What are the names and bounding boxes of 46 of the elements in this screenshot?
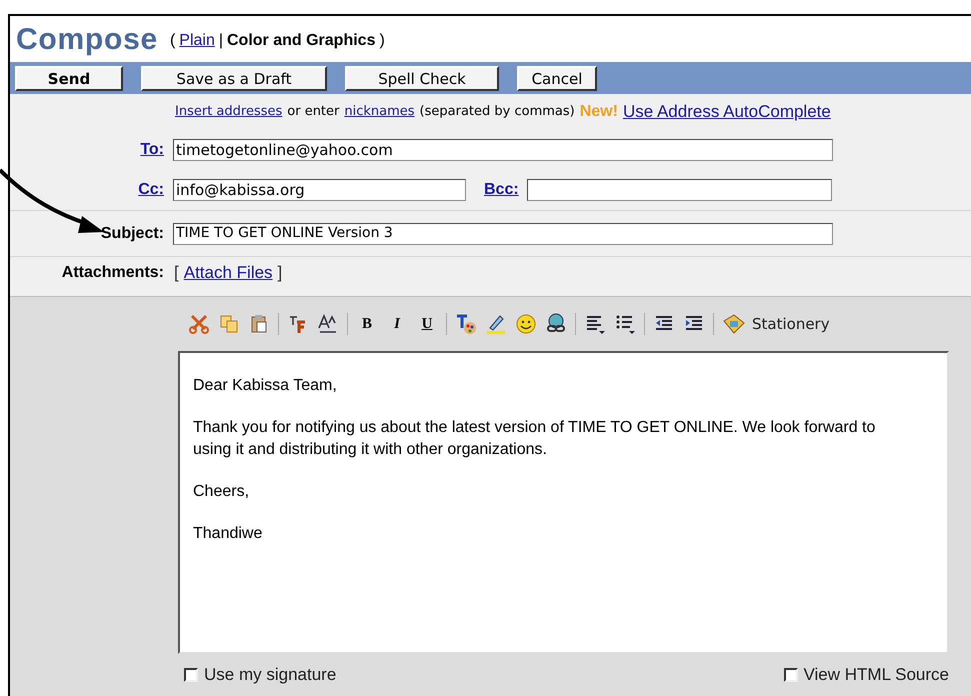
attach-files-link[interactable]: Attach Files <box>184 260 273 286</box>
attachments-label: Attachments: <box>60 262 164 282</box>
message-body[interactable]: Dear Kabissa Team, Thank you for notifying us about the latest version of TIME TO GET ONLINE. We look forward to using it and distributing it with other organizations. Cheers, Thandiwe <box>178 351 949 654</box>
highlighter-icon[interactable] <box>485 313 507 335</box>
toolbar-button[interactable]: Send <box>15 66 123 90</box>
to-field[interactable]: timetogetonline@yahoo.com <box>173 139 833 161</box>
hint-text: or enter <box>287 103 340 122</box>
subject-field[interactable]: TIME TO GET ONLINE Version 3 <box>173 222 833 244</box>
nicknames-link[interactable]: nicknames <box>344 102 415 122</box>
bracket: ] <box>278 262 282 284</box>
hint-text: (separated by commas) <box>420 103 575 122</box>
toolbar-button[interactable]: Spell Check <box>345 66 499 90</box>
plain-link[interactable]: Plain <box>179 29 215 53</box>
bullet-list-icon[interactable] <box>614 313 636 335</box>
smiley-icon[interactable] <box>515 313 537 335</box>
current-mode: Color and Graphics <box>227 31 376 51</box>
to-link[interactable]: To: <box>10 138 164 162</box>
subject-label: Subject: <box>100 224 164 244</box>
bold-button[interactable]: B <box>356 312 378 336</box>
align-icon[interactable] <box>584 313 606 335</box>
globe-link-icon[interactable] <box>545 313 567 335</box>
page-title: Compose <box>16 22 158 58</box>
paren: ( <box>170 31 176 51</box>
stationery-label[interactable]: Stationery <box>752 312 830 336</box>
new-label: New! <box>580 102 618 122</box>
bcc-field[interactable] <box>527 179 832 201</box>
bcc-link[interactable]: Bcc: <box>484 178 522 202</box>
cc-link[interactable]: Cc: <box>10 178 164 202</box>
underline-button[interactable]: U <box>416 312 438 336</box>
checkbox[interactable] <box>784 668 798 682</box>
checkbox-label[interactable]: Use my signature <box>204 662 336 688</box>
bracket: [ <box>174 262 179 284</box>
checkbox[interactable] <box>184 668 198 682</box>
autocomplete-link[interactable]: Use Address AutoComplete <box>622 99 831 125</box>
cc-field[interactable]: info@kabissa.org <box>173 179 466 201</box>
text-color-icon[interactable] <box>455 313 477 335</box>
toolbar-button[interactable]: Save as a Draft <box>141 66 327 90</box>
checkbox-label[interactable]: View HTML Source <box>804 662 949 688</box>
italic-button[interactable]: I <box>386 312 408 336</box>
font-size-icon[interactable] <box>317 313 339 335</box>
cut-icon[interactable] <box>188 313 210 335</box>
insert-addresses-link[interactable]: Insert addresses <box>175 102 282 122</box>
paren: ) <box>379 31 385 51</box>
stationery-icon[interactable] <box>722 313 746 335</box>
separator: | <box>218 31 223 51</box>
toolbar-button[interactable]: Cancel <box>517 66 597 90</box>
